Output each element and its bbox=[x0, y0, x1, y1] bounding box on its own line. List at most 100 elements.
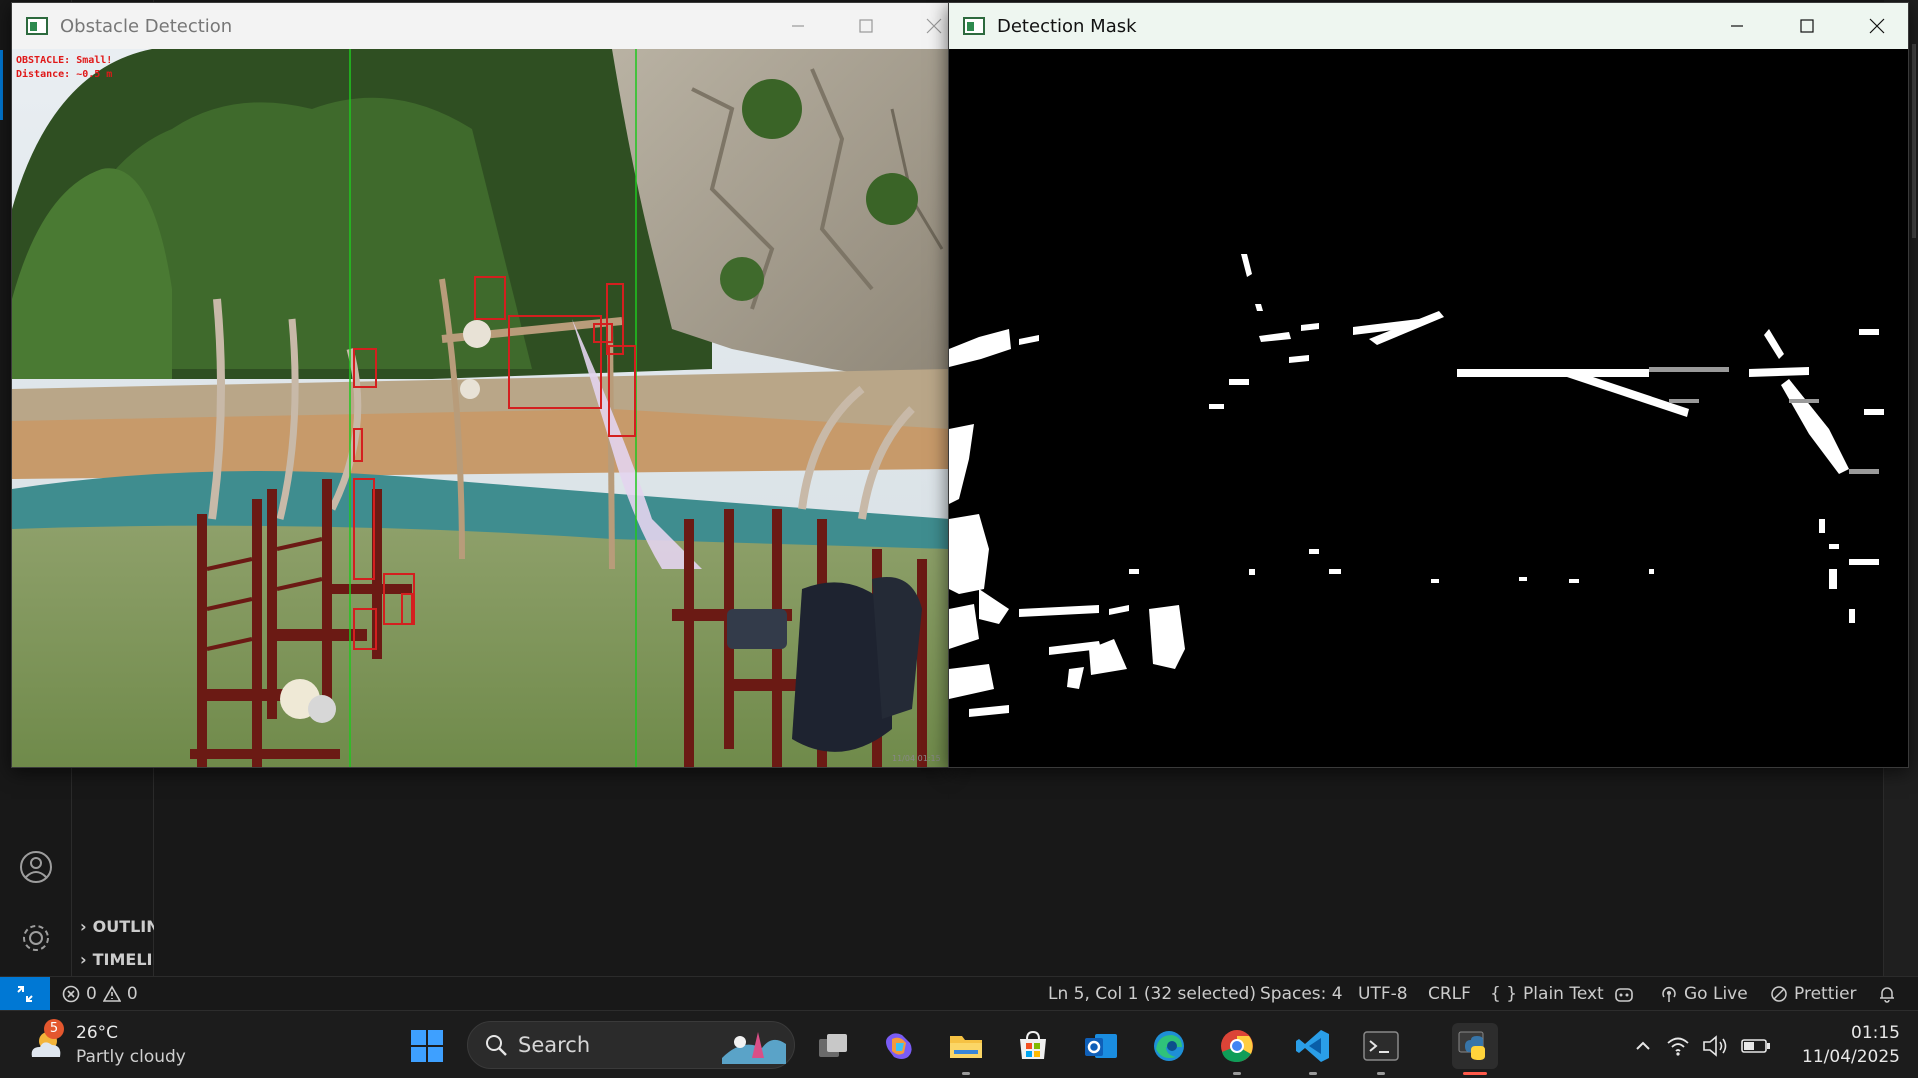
maximize-button[interactable] bbox=[1773, 3, 1841, 49]
title-bar[interactable]: Obstacle Detection bbox=[12, 3, 948, 49]
start-button[interactable] bbox=[404, 1023, 450, 1069]
outlook-button[interactable] bbox=[1078, 1023, 1124, 1069]
system-tray-quick-settings[interactable] bbox=[1666, 1023, 1776, 1069]
overlay-distance: Distance: ~0.5 m bbox=[16, 68, 112, 80]
weather-temperature: 26°C bbox=[76, 1023, 119, 1043]
obstacle-detection-window[interactable]: Obstacle Detection OBSTACLE: Small! Dist… bbox=[11, 2, 949, 768]
weather-description: Partly cloudy bbox=[76, 1047, 186, 1067]
frame-timestamp: 11/04 01:15 bbox=[892, 754, 941, 763]
chevron-up-icon bbox=[1636, 1041, 1650, 1050]
clock-time: 01:15 bbox=[1851, 1023, 1900, 1043]
indentation[interactable]: Spaces: 4 bbox=[1260, 977, 1343, 1011]
title-bar[interactable]: Detection Mask bbox=[949, 3, 1908, 49]
camera-frame: OBSTACLE: Small! Distance: ~0.5 m 11/04 … bbox=[12, 49, 948, 767]
maximize-icon bbox=[859, 19, 873, 33]
chevron-right-icon: › bbox=[80, 916, 87, 936]
taskbar-clock[interactable]: 01:15 11/04/2025 bbox=[1780, 1021, 1900, 1069]
status-bar: 0 0 Ln 5, Col 1 (32 selected) Spaces: 4 … bbox=[0, 976, 1918, 1011]
go-live-label: Go Live bbox=[1684, 984, 1748, 1004]
braces-icon: { } bbox=[1490, 984, 1518, 1004]
weather-badge: 5 bbox=[44, 1019, 64, 1039]
weather-widget[interactable]: 5 26°C Partly cloudy bbox=[26, 1017, 206, 1073]
edge-button[interactable] bbox=[1146, 1023, 1192, 1069]
timeline-label: TIMELINE bbox=[92, 949, 154, 969]
vscode-icon bbox=[1296, 1030, 1329, 1062]
running-indicator bbox=[1309, 1072, 1317, 1075]
close-icon bbox=[926, 18, 942, 34]
overlay-status: OBSTACLE: Small! bbox=[16, 55, 112, 66]
task-view-button[interactable] bbox=[810, 1023, 856, 1069]
running-indicator bbox=[1377, 1072, 1385, 1075]
encoding[interactable]: UTF-8 bbox=[1358, 977, 1408, 1011]
microsoft-store-button[interactable] bbox=[1010, 1023, 1056, 1069]
taskbar: 5 26°C Partly cloudy Search 01:15 11/04/… bbox=[0, 1010, 1918, 1078]
minimize-button[interactable] bbox=[1703, 3, 1771, 49]
line-ending[interactable]: CRLF bbox=[1428, 977, 1471, 1011]
prettier-icon bbox=[1771, 986, 1787, 1002]
problems-indicator[interactable]: 0 0 bbox=[62, 977, 138, 1011]
maximize-icon bbox=[1800, 19, 1814, 33]
search-highlight-icon bbox=[722, 1032, 786, 1064]
scrollbar-thumb[interactable] bbox=[1912, 44, 1916, 238]
copilot-button[interactable] bbox=[876, 1023, 922, 1069]
account-icon[interactable] bbox=[16, 847, 56, 887]
chrome-button[interactable] bbox=[1214, 1023, 1260, 1075]
copilot-icon bbox=[1615, 988, 1633, 1002]
search-icon bbox=[486, 1035, 507, 1056]
cursor-position[interactable]: Ln 5, Col 1 (32 selected) bbox=[1048, 977, 1256, 1011]
close-button[interactable] bbox=[900, 3, 948, 49]
language-mode[interactable]: { } Plain Text bbox=[1490, 977, 1604, 1011]
vscode-button[interactable] bbox=[1290, 1023, 1336, 1075]
warning-count: 0 bbox=[126, 984, 138, 1004]
file-explorer-button[interactable] bbox=[943, 1023, 989, 1075]
window-title: Detection Mask bbox=[997, 15, 1137, 37]
close-icon bbox=[1869, 18, 1885, 34]
outlook-icon bbox=[1085, 1034, 1117, 1058]
search-label: Search bbox=[518, 1033, 591, 1057]
notifications-button[interactable] bbox=[1878, 977, 1896, 1011]
prettier-label: Prettier bbox=[1794, 984, 1857, 1004]
taskbar-search[interactable]: Search bbox=[467, 1021, 795, 1069]
binary-mask-image bbox=[949, 49, 1908, 767]
outline-section[interactable]: › OUTLINE bbox=[80, 912, 154, 940]
window-title: Obstacle Detection bbox=[60, 15, 233, 37]
go-live-button[interactable]: Go Live bbox=[1660, 977, 1748, 1011]
folder-icon bbox=[950, 1036, 982, 1058]
warning-icon bbox=[102, 985, 121, 1002]
editor-panel bbox=[154, 766, 1884, 976]
show-hidden-icons-button[interactable] bbox=[1620, 1023, 1666, 1069]
network-volume-battery-icons bbox=[1667, 1035, 1770, 1057]
terminal-button[interactable] bbox=[1358, 1023, 1404, 1075]
opencv-window-icon bbox=[26, 17, 48, 35]
gear-icon[interactable] bbox=[16, 918, 56, 958]
detection-mask-window[interactable]: Detection Mask bbox=[948, 2, 1909, 768]
maximize-button[interactable] bbox=[832, 3, 900, 49]
store-icon bbox=[1020, 1030, 1046, 1059]
bell-icon bbox=[1880, 987, 1894, 1003]
timeline-section[interactable]: › TIMELINE bbox=[80, 945, 154, 973]
minimize-icon bbox=[792, 25, 804, 27]
broadcast-icon bbox=[1662, 987, 1676, 1002]
copilot-icon bbox=[886, 1033, 912, 1059]
active-indicator bbox=[0, 50, 3, 120]
remote-button[interactable] bbox=[0, 977, 50, 1011]
clock-date: 11/04/2025 bbox=[1802, 1047, 1900, 1067]
copilot-status[interactable] bbox=[1614, 977, 1634, 1011]
running-indicator bbox=[1233, 1072, 1241, 1075]
chevron-right-icon: › bbox=[80, 949, 87, 969]
prettier-status[interactable]: Prettier bbox=[1770, 977, 1857, 1011]
windows-logo-icon bbox=[411, 1030, 443, 1062]
terminal-icon bbox=[1363, 1031, 1399, 1061]
remote-icon bbox=[17, 986, 33, 1002]
python-button[interactable] bbox=[1452, 1023, 1498, 1075]
python-icon bbox=[1458, 1031, 1485, 1060]
edge-icon bbox=[1154, 1031, 1184, 1061]
running-indicator bbox=[962, 1072, 970, 1075]
error-count: 0 bbox=[86, 984, 97, 1004]
close-button[interactable] bbox=[1843, 3, 1908, 49]
error-icon bbox=[62, 985, 80, 1003]
active-app-indicator bbox=[1463, 1072, 1487, 1075]
chrome-icon bbox=[1221, 1030, 1253, 1062]
language-label: Plain Text bbox=[1523, 984, 1604, 1004]
minimize-button[interactable] bbox=[764, 3, 832, 49]
